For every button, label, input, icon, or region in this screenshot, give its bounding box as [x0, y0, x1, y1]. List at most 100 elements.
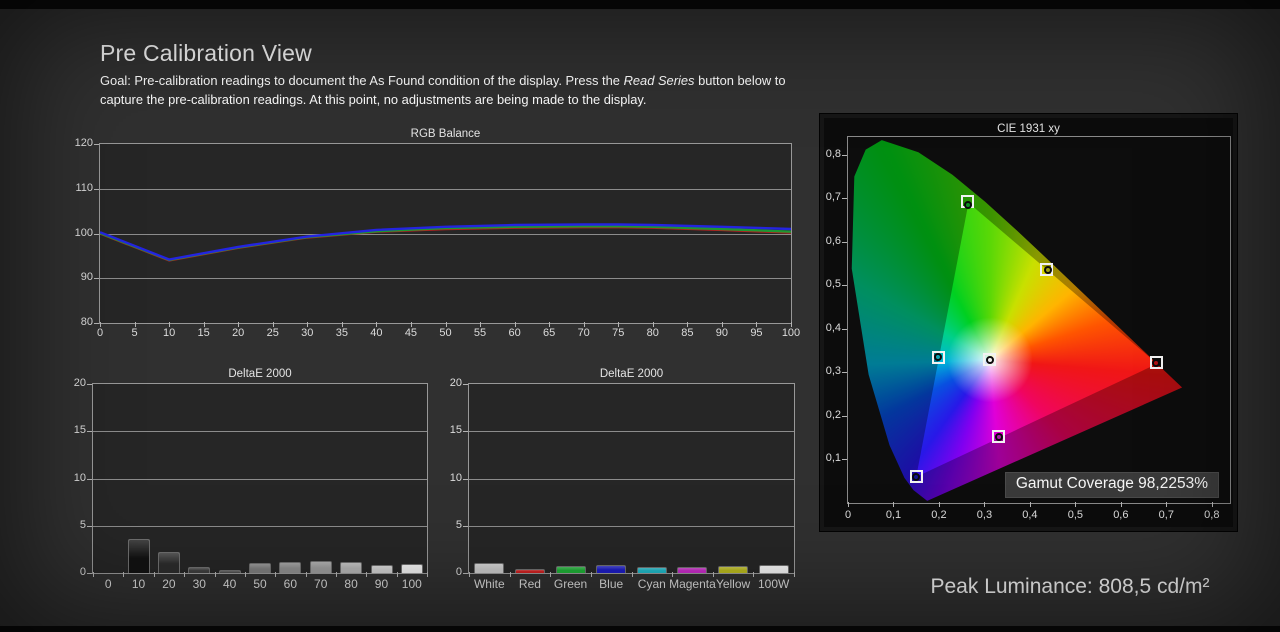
- x-tick-label: 20: [223, 327, 253, 339]
- x-tick-label: 95: [741, 327, 771, 339]
- cie-y-tick-label: 0,1: [807, 452, 841, 464]
- x-tick-label: 35: [327, 327, 357, 339]
- bar-sheen: [311, 562, 331, 573]
- y-tick-mark: [463, 431, 468, 432]
- x-tick-label: 50: [431, 327, 461, 339]
- bar-80: [340, 562, 362, 573]
- bar-20: [158, 552, 180, 573]
- cie-x-tick-mark: [939, 502, 940, 507]
- x-tick-label: 60: [500, 327, 530, 339]
- y-tick-label: 15: [52, 424, 86, 436]
- y-tick-mark: [94, 144, 99, 145]
- bar-50: [249, 563, 271, 573]
- y-tick-label: 0: [428, 566, 462, 578]
- grid-line: [469, 479, 794, 480]
- peak-luminance-readout: Peak Luminance: 808,5 cd/m²: [860, 575, 1280, 599]
- y-tick-mark: [94, 278, 99, 279]
- x-tick-label: 75: [603, 327, 633, 339]
- x-tick-label: 0: [85, 327, 115, 339]
- y-tick-label: 100: [59, 227, 93, 239]
- y-tick-label: 120: [59, 137, 93, 149]
- x-tick-label: 40: [361, 327, 391, 339]
- x-tick-label: 45: [396, 327, 426, 339]
- x-tick-label: 15: [189, 327, 219, 339]
- y-tick-label: 15: [428, 424, 462, 436]
- cie-measured-white: [986, 356, 994, 364]
- grid-line: [93, 431, 427, 432]
- bar-sheen: [719, 567, 747, 573]
- cie-x-tick-mark: [1121, 502, 1122, 507]
- y-tick-mark: [87, 526, 92, 527]
- cie-y-tick-mark: [842, 242, 847, 243]
- deltae-grayscale-chart: 051015200102030405060708090100: [92, 383, 428, 574]
- x-category-label: 100: [382, 577, 442, 591]
- goal-line1-pre: Goal: Pre-calibration readings to docume…: [100, 73, 624, 88]
- x-tick-label: 85: [672, 327, 702, 339]
- cie-y-tick-mark: [842, 416, 847, 417]
- x-tick-label: 10: [154, 327, 184, 339]
- red-channel-line: [100, 227, 791, 260]
- x-category-label: 100W: [744, 577, 804, 591]
- deltae-grayscale-chart-title: DeltaE 2000: [93, 368, 427, 380]
- cie-y-tick-label: 0,8: [807, 148, 841, 160]
- bar-sheen: [678, 568, 706, 573]
- bar-sheen: [280, 563, 300, 573]
- bar-red: [515, 569, 545, 573]
- cie-y-tick-mark: [842, 198, 847, 199]
- bar-100: [401, 564, 423, 573]
- y-tick-mark: [87, 431, 92, 432]
- cie-x-tick-mark: [1075, 502, 1076, 507]
- cie-y-tick-mark: [842, 285, 847, 286]
- green-channel-line: [100, 226, 791, 260]
- cie-y-tick-label: 0,4: [807, 322, 841, 334]
- bar-magenta: [677, 567, 707, 573]
- bar-sheen: [372, 566, 392, 574]
- bar-100w: [759, 565, 789, 573]
- deltae-colors-chart-title: DeltaE 2000: [469, 368, 794, 380]
- grid-line: [469, 526, 794, 527]
- cie-x-tick-mark: [1030, 502, 1031, 507]
- bar-70: [310, 561, 332, 573]
- bar-sheen: [189, 568, 209, 573]
- goal-line2: capture the pre-calibration readings. At…: [100, 92, 647, 107]
- y-tick-mark: [87, 573, 92, 574]
- y-tick-mark: [463, 384, 468, 385]
- y-tick-mark: [87, 384, 92, 385]
- bar-sheen: [402, 565, 422, 573]
- bar-sheen: [760, 566, 788, 573]
- cie-x-tick-label: 0,4: [1015, 509, 1045, 521]
- x-tick-label: 100: [776, 327, 806, 339]
- cie-y-tick-label: 0,7: [807, 191, 841, 203]
- cie-x-tick-label: 0,7: [1151, 509, 1181, 521]
- y-tick-label: 90: [59, 271, 93, 283]
- bar-yellow: [718, 566, 748, 573]
- x-tick-label: 25: [258, 327, 288, 339]
- y-tick-label: 5: [428, 519, 462, 531]
- bar-60: [279, 562, 301, 573]
- cie-measured-magenta: [995, 433, 1003, 441]
- cie-x-tick-mark: [1166, 502, 1167, 507]
- bar-sheen: [597, 566, 625, 573]
- bar-sheen: [129, 540, 149, 573]
- cie-y-tick-mark: [842, 329, 847, 330]
- bar-sheen: [341, 563, 361, 573]
- bar-10: [128, 539, 150, 573]
- y-tick-mark: [94, 189, 99, 190]
- bar-sheen: [475, 564, 503, 573]
- screen-top-bezel: [0, 0, 1280, 9]
- rgb-balance-chart-title: RGB Balance: [100, 128, 791, 140]
- y-tick-mark: [463, 573, 468, 574]
- bar-40: [219, 570, 241, 573]
- y-tick-mark: [94, 323, 99, 324]
- cie-1931-panel: CIE 1931 xy Gamut Coverage 98,2253% 00,1…: [820, 114, 1237, 531]
- cie-x-tick-label: 0,1: [878, 509, 908, 521]
- bar-white: [474, 563, 504, 573]
- cie-y-tick-label: 0,3: [807, 365, 841, 377]
- cie-y-tick-mark: [842, 155, 847, 156]
- bar-sheen: [220, 571, 240, 573]
- bar-cyan: [637, 567, 667, 573]
- cie-measured-yellow: [1044, 266, 1052, 274]
- gamut-coverage-badge: Gamut Coverage 98,2253%: [1005, 472, 1219, 498]
- cie-y-tick-label: 0,5: [807, 278, 841, 290]
- rgb-balance-chart: 8090100110120051015202530354045505560657…: [99, 143, 792, 324]
